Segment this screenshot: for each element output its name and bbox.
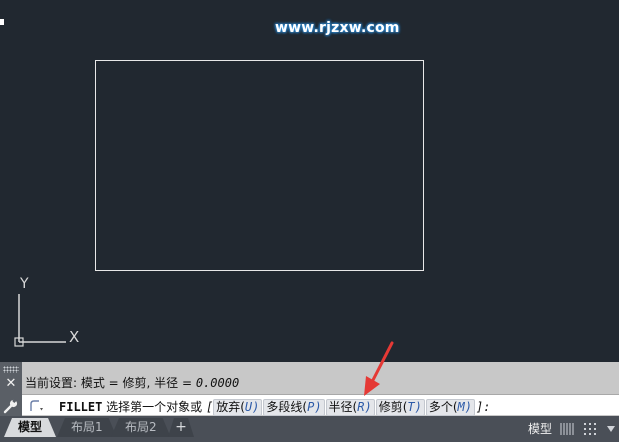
- command-window-sidebar: ✕: [0, 362, 22, 416]
- viewport-corner-marker: [0, 19, 4, 25]
- command-prompt: FILLET 选择第一个对象或 [放弃(U) 多段线(P) 半径(R) 修剪(T) 多个…: [59, 398, 490, 416]
- tab-layout2[interactable]: 布局2: [111, 418, 171, 437]
- option-trim[interactable]: 修剪(T): [375, 399, 425, 416]
- fillet-command-icon[interactable]: [28, 398, 46, 413]
- model-space-button[interactable]: 模型: [528, 420, 552, 437]
- options-bracket-close: ]:: [476, 400, 491, 414]
- option-trim-key: T: [407, 400, 415, 414]
- command-history-line: 当前设置: 模式 = 修剪, 半径 = 0.0000: [25, 374, 239, 391]
- command-prompt-text: 选择第一个对象或: [102, 400, 206, 414]
- option-radius-label: 半径(: [328, 400, 358, 414]
- option-undo[interactable]: 放弃(U): [213, 399, 263, 416]
- drawn-rectangle[interactable]: [95, 60, 424, 271]
- wrench-icon[interactable]: [3, 398, 19, 414]
- history-radius-value: 0.0000: [195, 376, 240, 390]
- tab-model[interactable]: 模型: [4, 418, 56, 437]
- option-trim-label: 修剪(: [378, 400, 408, 414]
- grid-icon[interactable]: [559, 422, 575, 436]
- add-layout-tab-button[interactable]: +: [168, 418, 194, 437]
- chevron-down-icon[interactable]: [606, 425, 616, 433]
- layout-tab-bar: 模型 布局1 布局2 + 模型: [0, 416, 619, 442]
- option-radius-close: ): [364, 400, 372, 414]
- history-text: 当前设置: 模式 = 修剪, 半径 =: [25, 376, 196, 390]
- option-undo-close: ): [252, 400, 260, 414]
- ucs-y-label: Y: [19, 276, 29, 292]
- snap-icon[interactable]: [583, 422, 597, 436]
- tab-layout1[interactable]: 布局1: [57, 418, 117, 437]
- option-undo-label: 放弃(: [216, 400, 245, 414]
- close-icon[interactable]: ✕: [4, 376, 18, 392]
- options-bracket-open: [: [206, 400, 214, 414]
- drag-grip-handle[interactable]: [3, 366, 19, 373]
- option-multiple[interactable]: 多个(M): [425, 399, 476, 416]
- option-multiple-key: M: [457, 400, 465, 414]
- watermark-text: www.rjzxw.com: [275, 20, 400, 36]
- drawing-canvas[interactable]: www.rjzxw.com Y X: [0, 0, 619, 362]
- option-radius[interactable]: 半径(R): [325, 399, 375, 416]
- option-multiple-close: ): [464, 400, 473, 414]
- command-name: FILLET: [59, 400, 103, 414]
- ucs-icon: Y X: [14, 276, 79, 347]
- option-polyline-label: 多段线(: [266, 400, 308, 414]
- option-multiple-label: 多个(: [428, 400, 458, 414]
- option-trim-close: ): [414, 400, 422, 414]
- option-polyline-close: ): [314, 400, 322, 414]
- command-input-line[interactable]: FILLET 选择第一个对象或 [放弃(U) 多段线(P) 半径(R) 修剪(T) 多个…: [22, 394, 619, 416]
- ucs-x-label: X: [69, 328, 79, 346]
- option-polyline[interactable]: 多段线(P): [263, 399, 325, 416]
- annotation-arrow-icon: [364, 341, 394, 396]
- command-window: ✕ 当前设置: 模式 = 修剪, 半径 = 0.0000 FILLET 选择第一…: [0, 362, 619, 416]
